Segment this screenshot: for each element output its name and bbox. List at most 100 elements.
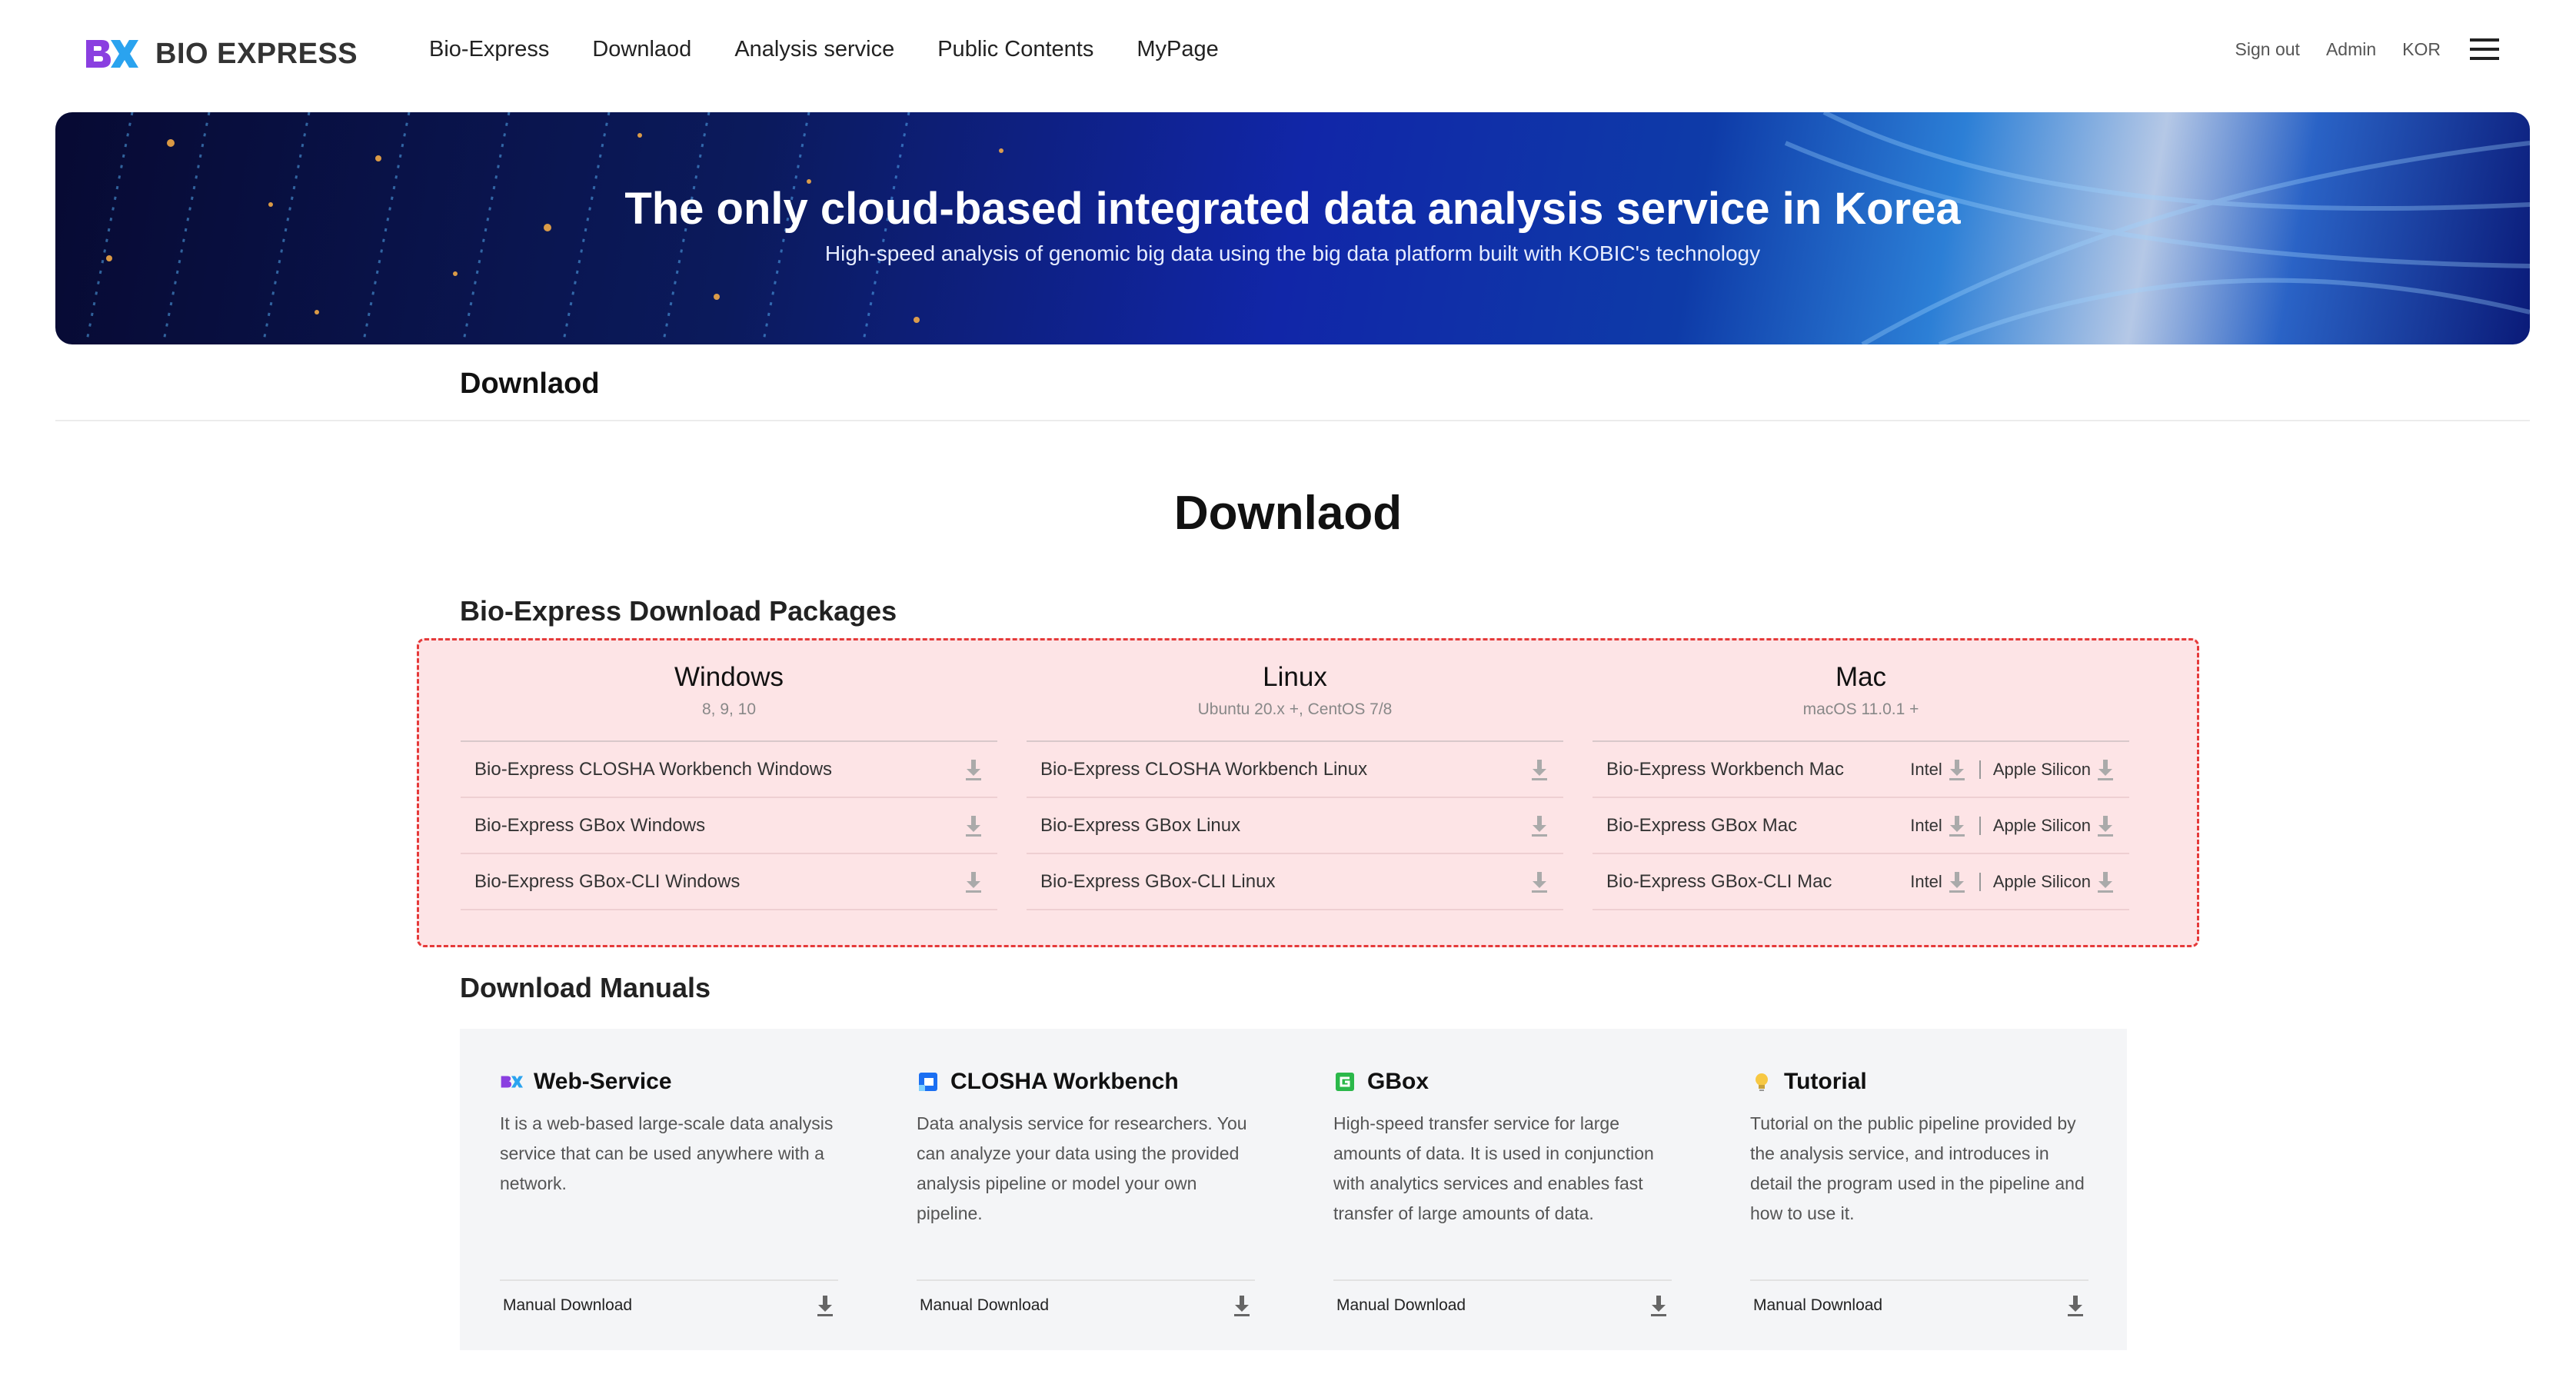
variant-links: Intel Apple Silicon bbox=[1910, 814, 2115, 837]
package-row[interactable]: Bio-Express GBox Windows bbox=[461, 798, 997, 854]
packages-section-title: Bio-Express Download Packages bbox=[460, 595, 897, 627]
apple-silicon-download-link[interactable]: Apple Silicon bbox=[1993, 758, 2115, 781]
variant-links: Intel Apple Silicon bbox=[1910, 870, 2115, 893]
manual-download-label: Manual Download bbox=[1336, 1296, 1466, 1314]
nav-download[interactable]: Downlaod bbox=[592, 37, 691, 62]
apple-silicon-download-link[interactable]: Apple Silicon bbox=[1993, 870, 2115, 893]
nav-public-contents[interactable]: Public Contents bbox=[937, 37, 1093, 62]
variant-label: Intel bbox=[1910, 759, 1942, 779]
admin-link[interactable]: Admin bbox=[2326, 39, 2376, 60]
download-icon[interactable] bbox=[2095, 758, 2115, 781]
download-icon[interactable] bbox=[964, 870, 983, 893]
variant-label: Apple Silicon bbox=[1992, 871, 2091, 891]
nav-bio-express[interactable]: Bio-Express bbox=[429, 37, 549, 62]
variant-label: Apple Silicon bbox=[1992, 815, 2091, 835]
variant-links: Intel Apple Silicon bbox=[1910, 758, 2115, 781]
os-name: Windows bbox=[674, 662, 784, 692]
main-nav: Bio-Express Downlaod Analysis service Pu… bbox=[429, 37, 1262, 62]
download-icon[interactable] bbox=[1529, 814, 1549, 837]
hamburger-menu-icon[interactable] bbox=[2470, 38, 2499, 60]
page-title: Downlaod bbox=[460, 368, 600, 400]
package-name: Bio-Express Workbench Mac bbox=[1606, 758, 1844, 780]
page-title-bar: Downlaod bbox=[55, 348, 2530, 421]
download-icon[interactable] bbox=[964, 758, 983, 781]
divider bbox=[1979, 760, 1981, 779]
variant-label: Apple Silicon bbox=[1992, 759, 2091, 779]
download-icon[interactable] bbox=[1649, 1294, 1669, 1317]
manual-card-tutorial: Tutorial Tutorial on the public pipeline… bbox=[1710, 1029, 2127, 1350]
os-version: 8, 9, 10 bbox=[701, 700, 757, 718]
os-column-mac: Mac macOS 11.0.1 + Bio-Express Workbench… bbox=[1593, 662, 2129, 910]
manual-card-header: Tutorial bbox=[1750, 1069, 1867, 1095]
os-column-linux: Linux Ubuntu 20.x +, CentOS 7/8 Bio-Expr… bbox=[1027, 662, 1563, 910]
top-header: BIO EXPRESS Bio-Express Downlaod Analysi… bbox=[0, 0, 2576, 111]
nav-analysis-service[interactable]: Analysis service bbox=[734, 37, 894, 62]
package-row[interactable]: Bio-Express GBox-CLI Linux bbox=[1027, 854, 1563, 910]
download-icon[interactable] bbox=[2095, 814, 2115, 837]
closha-icon bbox=[919, 1073, 937, 1091]
divider bbox=[1979, 816, 1981, 835]
package-name: Bio-Express CLOSHA Workbench Windows bbox=[474, 758, 833, 780]
logo-text: BIO EXPRESS bbox=[155, 37, 358, 70]
manual-title: GBox bbox=[1367, 1069, 1429, 1094]
manual-download-button[interactable]: Manual Download bbox=[1333, 1279, 1672, 1330]
utility-links: Sign out Admin KOR bbox=[2209, 38, 2499, 60]
manual-title: Web-Service bbox=[534, 1069, 672, 1094]
download-icon[interactable] bbox=[815, 1294, 835, 1317]
package-name: Bio-Express CLOSHA Workbench Linux bbox=[1040, 758, 1368, 780]
download-packages-panel: Windows 8, 9, 10 Bio-Express CLOSHA Work… bbox=[417, 638, 2199, 947]
intel-download-link[interactable]: Intel bbox=[1910, 758, 1967, 781]
variant-label: Intel bbox=[1910, 815, 1942, 835]
manual-download-label: Manual Download bbox=[920, 1296, 1050, 1314]
manual-download-label: Manual Download bbox=[1753, 1296, 1883, 1314]
site-logo[interactable]: BIO EXPRESS bbox=[83, 35, 358, 72]
apple-silicon-download-link[interactable]: Apple Silicon bbox=[1993, 814, 2115, 837]
download-icon[interactable] bbox=[1232, 1294, 1252, 1317]
intel-download-link[interactable]: Intel bbox=[1910, 870, 1967, 893]
download-icon[interactable] bbox=[1947, 758, 1967, 781]
package-row[interactable]: Bio-Express GBox Linux bbox=[1027, 798, 1563, 854]
download-icon[interactable] bbox=[2065, 1294, 2085, 1317]
manual-card-gbox: GBox High-speed transfer service for lar… bbox=[1293, 1029, 1710, 1350]
download-icon[interactable] bbox=[964, 814, 983, 837]
download-icon[interactable] bbox=[1529, 870, 1549, 893]
sign-out-link[interactable]: Sign out bbox=[2235, 39, 2300, 60]
manual-description: It is a web-based large-scale data analy… bbox=[500, 1113, 834, 1193]
package-name: Bio-Express GBox-CLI Mac bbox=[1606, 870, 1832, 892]
manual-download-label: Manual Download bbox=[503, 1296, 633, 1314]
package-name: Bio-Express GBox-CLI Linux bbox=[1040, 870, 1276, 892]
manual-title: CLOSHA Workbench bbox=[950, 1069, 1179, 1094]
nav-mypage[interactable]: MyPage bbox=[1137, 37, 1218, 62]
variant-label: Intel bbox=[1910, 871, 1942, 891]
download-icon[interactable] bbox=[2095, 870, 2115, 893]
manual-card-closha-workbench: CLOSHA Workbench Data analysis service f… bbox=[877, 1029, 1293, 1350]
package-row[interactable]: Bio-Express GBox-CLI Windows bbox=[461, 854, 997, 910]
package-list: Bio-Express CLOSHA Workbench Linux Bio-E… bbox=[1027, 740, 1563, 910]
manual-description: High-speed transfer service for large am… bbox=[1333, 1113, 1654, 1223]
package-name: Bio-Express GBox Windows bbox=[474, 814, 706, 836]
intel-download-link[interactable]: Intel bbox=[1910, 814, 1967, 837]
gbox-icon bbox=[1336, 1073, 1354, 1091]
manual-card-header: Web-Service bbox=[500, 1069, 672, 1095]
language-selector[interactable]: KOR bbox=[2402, 39, 2441, 60]
manual-description: Data analysis service for researchers. Y… bbox=[917, 1113, 1247, 1223]
os-column-windows: Windows 8, 9, 10 Bio-Express CLOSHA Work… bbox=[461, 662, 997, 910]
manual-download-button[interactable]: Manual Download bbox=[500, 1279, 838, 1330]
package-name: Bio-Express GBox Linux bbox=[1040, 814, 1241, 836]
package-row[interactable]: Bio-Express CLOSHA Workbench Windows bbox=[461, 742, 997, 798]
manual-card-header: CLOSHA Workbench bbox=[917, 1069, 1179, 1095]
package-row: Bio-Express GBox-CLI Mac Intel Apple Sil… bbox=[1593, 854, 2129, 910]
hero-subtitle: High-speed analysis of genomic big data … bbox=[824, 241, 1761, 265]
bx-logo-icon bbox=[86, 40, 138, 68]
download-icon[interactable] bbox=[1947, 870, 1967, 893]
os-name: Linux bbox=[1263, 662, 1327, 692]
manual-download-button[interactable]: Manual Download bbox=[917, 1279, 1255, 1330]
download-icon[interactable] bbox=[1947, 814, 1967, 837]
manual-download-button[interactable]: Manual Download bbox=[1750, 1279, 2088, 1330]
os-name: Mac bbox=[1835, 662, 1887, 692]
package-row[interactable]: Bio-Express CLOSHA Workbench Linux bbox=[1027, 742, 1563, 798]
package-row: Bio-Express GBox Mac Intel Apple Silicon bbox=[1593, 798, 2129, 854]
download-icon[interactable] bbox=[1529, 758, 1549, 781]
lightbulb-icon bbox=[1756, 1073, 1768, 1091]
os-version: Ubuntu 20.x +, CentOS 7/8 bbox=[1197, 700, 1393, 718]
